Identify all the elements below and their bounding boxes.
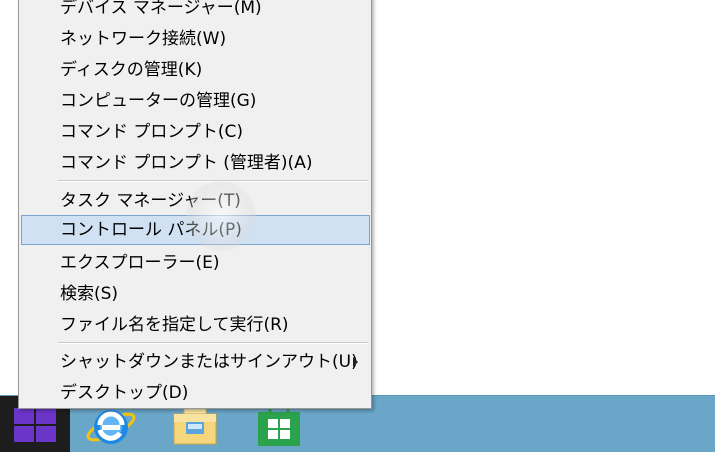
menu-item-network-connections[interactable]: ネットワーク接続(W) [21, 24, 370, 54]
menu-item-run[interactable]: ファイル名を指定して実行(R) [21, 310, 370, 340]
menu-separator [58, 180, 368, 182]
menu-item-command-prompt-admin[interactable]: コマンド プロンプト (管理者)(A) [21, 148, 370, 178]
menu-item-command-prompt[interactable]: コマンド プロンプト(C) [21, 117, 370, 147]
menu-item-label: タスク マネージャー(T) [60, 191, 241, 211]
menu-item-label: ネットワーク接続(W) [60, 29, 227, 49]
menu-item-label: シャットダウンまたはサインアウト(U) [60, 352, 358, 372]
menu-separator [58, 342, 368, 344]
menu-item-file-explorer[interactable]: エクスプローラー(E) [21, 248, 370, 278]
winx-context-menu: デバイス マネージャー(M) ネットワーク接続(W) ディスクの管理(K) コン… [18, 0, 372, 409]
menu-item-task-manager[interactable]: タスク マネージャー(T) [21, 186, 370, 216]
menu-item-label: 検索(S) [60, 284, 119, 304]
menu-item-label: デスクトップ(D) [60, 383, 189, 403]
menu-item-device-manager[interactable]: デバイス マネージャー(M) [21, 0, 370, 23]
menu-item-control-panel[interactable]: コントロール パネル(P) [21, 215, 370, 245]
menu-item-label: コマンド プロンプト(C) [60, 122, 244, 142]
menu-item-search[interactable]: 検索(S) [21, 279, 370, 309]
menu-item-computer-management[interactable]: コンピューターの管理(G) [21, 86, 370, 116]
menu-item-label: ファイル名を指定して実行(R) [60, 315, 289, 335]
menu-item-label: エクスプローラー(E) [60, 253, 220, 273]
menu-item-shutdown-signout[interactable]: シャットダウンまたはサインアウト(U) [21, 347, 370, 377]
submenu-arrow-icon [353, 357, 358, 367]
menu-item-desktop[interactable]: デスクトップ(D) [21, 378, 370, 408]
menu-item-label: デバイス マネージャー(M) [60, 0, 262, 18]
menu-item-label: ディスクの管理(K) [60, 60, 203, 80]
windows-logo-icon [14, 408, 56, 442]
menu-item-label: コントロール パネル(P) [60, 220, 242, 240]
menu-item-disk-management[interactable]: ディスクの管理(K) [21, 55, 370, 85]
menu-item-label: コマンド プロンプト (管理者)(A) [60, 153, 313, 173]
menu-item-label: コンピューターの管理(G) [60, 91, 257, 111]
